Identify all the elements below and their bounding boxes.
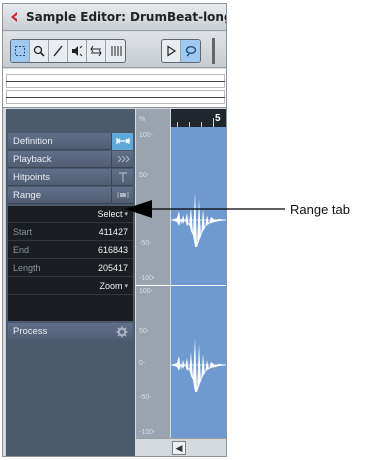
callout-label: Range tab — [290, 202, 350, 217]
callout-arrow — [125, 200, 285, 218]
